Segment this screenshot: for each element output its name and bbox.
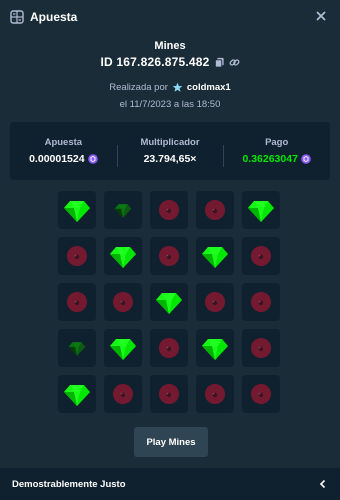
gem-tile[interactable] — [150, 283, 188, 321]
bet-stats-panel: Apuesta 0.00001524 Multiplicador 23.794,… — [10, 122, 330, 180]
crypto-coin-icon — [301, 154, 311, 164]
vip-star-icon — [172, 82, 183, 92]
stat-payout: Pago 0.36263047 — [223, 137, 330, 167]
stat-bet-label: Apuesta — [44, 137, 83, 148]
bet-id-row: ID 167.826.875.482 — [0, 55, 340, 69]
bet-id: ID 167.826.875.482 — [100, 55, 210, 69]
gem-icon — [68, 342, 86, 356]
copy-icon[interactable] — [214, 57, 225, 68]
gem-tile[interactable] — [58, 375, 96, 413]
stat-payout-value: 0.36263047 — [242, 153, 298, 165]
mine-icon — [159, 338, 179, 358]
gem-icon — [110, 247, 136, 268]
link-icon[interactable] — [229, 57, 240, 68]
mine-tile[interactable] — [58, 283, 96, 321]
receipt-icon — [10, 10, 24, 24]
chevron-left-icon — [319, 479, 326, 489]
mine-tile[interactable] — [196, 283, 234, 321]
modal-header: Apuesta — [0, 0, 340, 34]
stat-multiplier-value-row: 23.794,65× — [117, 153, 224, 165]
crypto-coin-icon — [87, 154, 98, 164]
close-icon[interactable] — [314, 9, 328, 23]
provably-fair-toggle[interactable]: Demostrablemente Justo — [0, 468, 340, 500]
mine-icon — [251, 338, 271, 358]
bet-date: el 11/7/2023 a las 18:50 — [119, 99, 221, 110]
mine-tile[interactable] — [150, 191, 188, 229]
mine-tile[interactable] — [104, 375, 142, 413]
gem-icon — [114, 204, 132, 218]
gem-icon — [202, 339, 228, 360]
placed-by-row: Realizada por coldmax1 — [0, 82, 340, 93]
mine-icon — [205, 200, 225, 220]
provably-fair-label: Demostrablemente Justo — [12, 478, 126, 490]
stat-multiplier: Multiplicador 23.794,65× — [116, 137, 224, 167]
play-mines-button[interactable]: Play Mines — [134, 427, 208, 457]
mine-icon — [159, 246, 179, 266]
mine-tile[interactable] — [196, 191, 234, 229]
placed-by-label: Realizada por — [109, 82, 168, 93]
mine-tile[interactable] — [104, 283, 142, 321]
mine-tile[interactable] — [242, 375, 280, 413]
mine-icon — [205, 384, 225, 404]
mine-tile[interactable] — [242, 329, 280, 367]
stat-payout-label: Pago — [265, 137, 289, 148]
mine-icon — [251, 292, 271, 312]
stat-multiplier-label: Multiplicador — [140, 137, 200, 148]
gem-tile-unrevealed[interactable] — [104, 191, 142, 229]
username-link[interactable]: coldmax1 — [187, 82, 231, 93]
mine-tile[interactable] — [150, 237, 188, 275]
mine-icon — [251, 246, 271, 266]
stat-multiplier-value: 23.794,65× — [143, 153, 197, 165]
gem-tile[interactable] — [196, 237, 234, 275]
mine-tile[interactable] — [58, 237, 96, 275]
gem-tile[interactable] — [196, 329, 234, 367]
gem-icon — [110, 339, 136, 360]
modal-title: Apuesta — [30, 10, 78, 24]
gem-tile[interactable] — [58, 191, 96, 229]
mine-tile[interactable] — [242, 237, 280, 275]
mine-tile[interactable] — [242, 283, 280, 321]
mine-icon — [67, 246, 87, 266]
mine-icon — [251, 384, 271, 404]
mine-icon — [159, 200, 179, 220]
mine-icon — [113, 292, 133, 312]
mine-icon — [113, 384, 133, 404]
stat-bet: Apuesta 0.00001524 — [10, 137, 117, 165]
mine-icon — [205, 292, 225, 312]
mine-icon — [67, 292, 87, 312]
gem-icon — [64, 385, 90, 406]
stat-bet-value: 0.00001524 — [29, 153, 85, 165]
stat-bet-value-row: 0.00001524 — [10, 153, 117, 165]
gem-icon — [202, 247, 228, 268]
gem-tile[interactable] — [104, 237, 142, 275]
gem-icon — [248, 201, 274, 222]
mine-tile[interactable] — [150, 329, 188, 367]
gem-tile-unrevealed[interactable] — [58, 329, 96, 367]
gem-tile[interactable] — [104, 329, 142, 367]
gem-tile[interactable] — [242, 191, 280, 229]
gem-icon — [64, 201, 90, 222]
gem-icon — [156, 293, 182, 314]
mine-icon — [159, 384, 179, 404]
mine-tile[interactable] — [196, 375, 234, 413]
game-name: Mines — [154, 40, 186, 52]
mine-tile[interactable] — [150, 375, 188, 413]
stat-payout-value-row: 0.36263047 — [223, 153, 330, 165]
mines-grid — [58, 191, 280, 413]
